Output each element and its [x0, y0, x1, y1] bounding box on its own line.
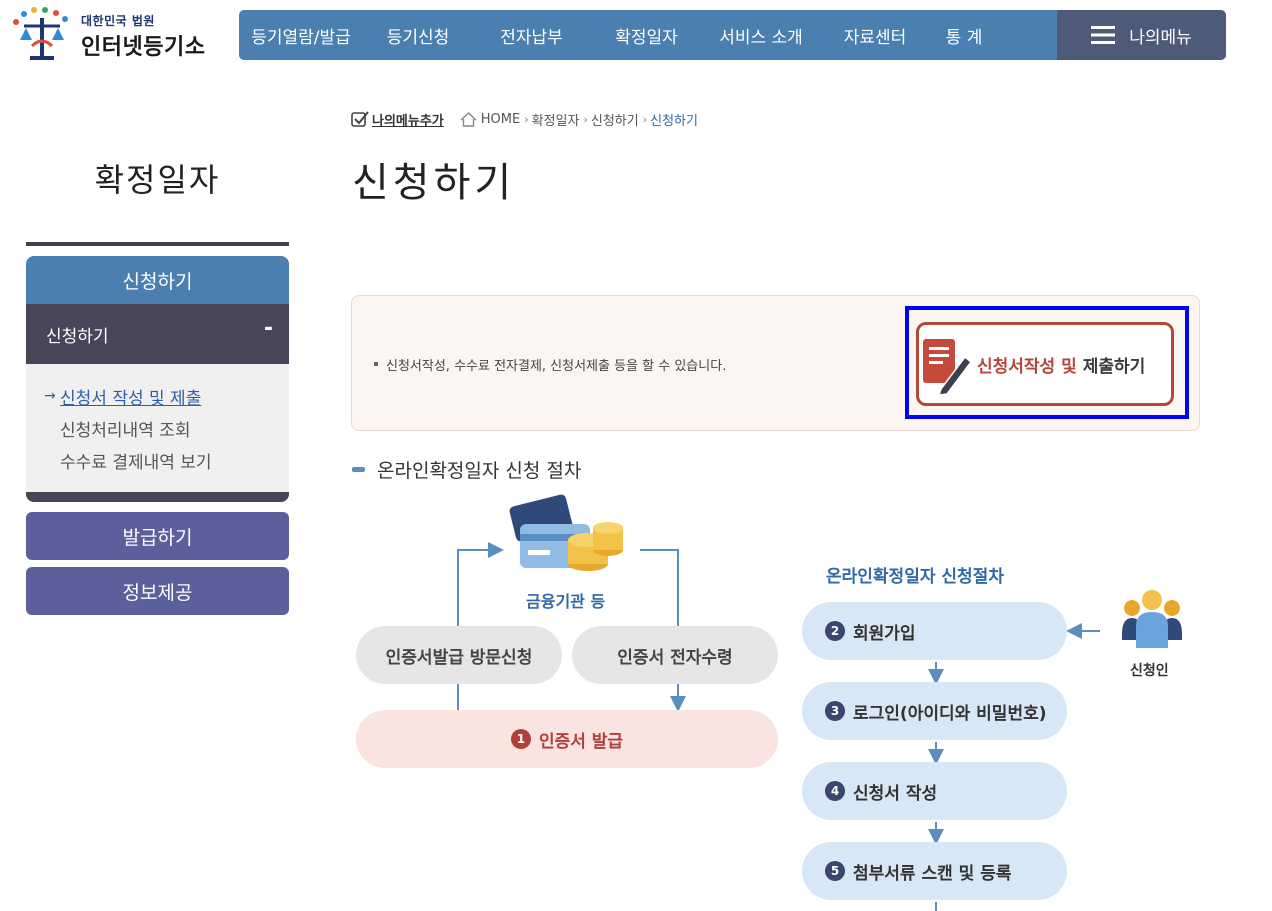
sidebar-divider	[26, 242, 289, 246]
my-menu-label: 나의메뉴	[1129, 27, 1192, 48]
breadcrumb-current: 신청하기	[650, 113, 698, 129]
breadcrumb-home[interactable]: HOME	[481, 112, 520, 127]
sidebar-title: 확정일자	[94, 161, 221, 199]
section-title: 온라인확정일자 신청 절차	[352, 456, 581, 483]
page-title: 신청하기	[352, 160, 516, 206]
flow-connectors	[457, 542, 1100, 911]
step-number: 1	[510, 729, 531, 749]
sidebar-link-write-submit[interactable]: 신청서 작성 및 제출	[60, 384, 201, 409]
nav-item-statistics[interactable]: 통 계	[931, 23, 997, 48]
sidebar-subheader-label: 신청하기	[46, 327, 109, 347]
process-diagram: 금융기관 등 인증서발급 방문신청 인증서 전자수령 1 인증서 발급 온라인확…	[340, 488, 1240, 911]
sidebar-link-fee-history[interactable]: 수수료 결제내역 보기	[60, 448, 212, 473]
section-title-label: 온라인확정일자 신청 절차	[377, 460, 582, 482]
sidebar-item-apply[interactable]: 신청하기	[26, 256, 289, 304]
step-label: 회원가입	[853, 623, 916, 644]
cert-electronic-step: 인증서 전자수령	[572, 626, 778, 684]
add-my-menu-link[interactable]: 나의메뉴추가	[351, 110, 444, 129]
breadcrumb: 나의메뉴추가 HOME › 확정일자 › 신청하기 › 신청하기	[351, 108, 698, 130]
bank-label: 금융기관 등	[526, 592, 606, 611]
hamburger-icon	[1091, 26, 1116, 44]
add-my-menu-label: 나의메뉴추가	[372, 113, 444, 129]
step-number: 4	[825, 781, 845, 801]
step-write-form: 4 신청서 작성	[802, 762, 1067, 820]
cert-issue-label: 인증서 발급	[538, 731, 624, 752]
logo-title: 인터넷등기소	[81, 35, 206, 60]
nav-item-e-payment[interactable]: 전자납부	[473, 23, 590, 48]
sidebar-subheader-apply[interactable]: 신청하기 -	[26, 304, 289, 364]
applicant-label: 신청인	[1130, 663, 1169, 679]
nav-item-service-intro[interactable]: 서비스 소개	[703, 23, 819, 48]
nav-item-registry-view[interactable]: 등기열람/발급	[239, 23, 363, 48]
sidebar-link-status-inquiry[interactable]: 신청처리내역 조회	[60, 416, 191, 441]
collapse-icon[interactable]: -	[264, 316, 273, 341]
chevron-right-icon: ›	[642, 112, 648, 126]
breadcrumb-fixed-date[interactable]: 확정일자	[532, 110, 580, 129]
sidebar-submenu: → 신청서 작성 및 제출 신청처리내역 조회 수수료 결제내역 보기	[26, 364, 289, 492]
breadcrumb-apply[interactable]: 신청하기	[591, 110, 639, 129]
step-number: 2	[825, 621, 845, 641]
home-icon	[460, 111, 477, 127]
highlight-box	[905, 306, 1189, 419]
court-emblem-icon	[13, 7, 68, 60]
my-menu-button[interactable]: 나의메뉴	[1057, 10, 1226, 60]
applicant-icon	[1122, 590, 1182, 648]
info-text: 신청서작성, 수수료 전자결제, 신청서제출 등을 할 수 있습니다.	[374, 355, 726, 374]
info-text-label: 신청서작성, 수수료 전자결제, 신청서제출 등을 할 수 있습니다.	[386, 359, 727, 374]
main-nav: 등기열람/발급 등기신청 전자납부 확정일자 서비스 소개 자료센터 통 계	[239, 10, 1057, 60]
step-number: 5	[825, 861, 845, 881]
site-logo[interactable]: 대한민국 법원 인터넷등기소	[8, 4, 223, 66]
chevron-right-icon: ›	[524, 112, 529, 126]
step-label: 로그인(아이디와 비밀번호)	[853, 703, 1047, 724]
step-label: 신청서 작성	[853, 783, 938, 804]
step-label: 첨부서류 스캔 및 등록	[853, 863, 1012, 884]
step-login: 3 로그인(아이디와 비밀번호)	[802, 682, 1067, 740]
card-coins-icon	[509, 494, 623, 571]
checkbox-check-icon	[351, 111, 369, 127]
arrow-right-icon: →	[44, 388, 56, 404]
cert-visit-step: 인증서발급 방문신청	[356, 626, 562, 684]
sidebar-submenu-footer	[26, 492, 289, 502]
sidebar-item-issue[interactable]: 발급하기	[26, 512, 289, 560]
nav-item-data-center[interactable]: 자료센터	[819, 23, 931, 48]
logo-subtitle: 대한민국 법원	[81, 14, 155, 28]
cert-issue-step: 1 인증서 발급	[356, 710, 778, 768]
chevron-right-icon: ›	[583, 112, 588, 126]
nav-item-fixed-date[interactable]: 확정일자	[590, 23, 703, 48]
step-number: 3	[825, 701, 845, 721]
step-signup: 2 회원가입	[802, 602, 1067, 660]
nav-item-registry-apply[interactable]: 등기신청	[363, 23, 473, 48]
step-scan-upload: 5 첨부서류 스캔 및 등록	[802, 842, 1067, 900]
process-title: 온라인확정일자 신청절차	[826, 567, 1004, 587]
sidebar-item-info[interactable]: 정보제공	[26, 567, 289, 615]
